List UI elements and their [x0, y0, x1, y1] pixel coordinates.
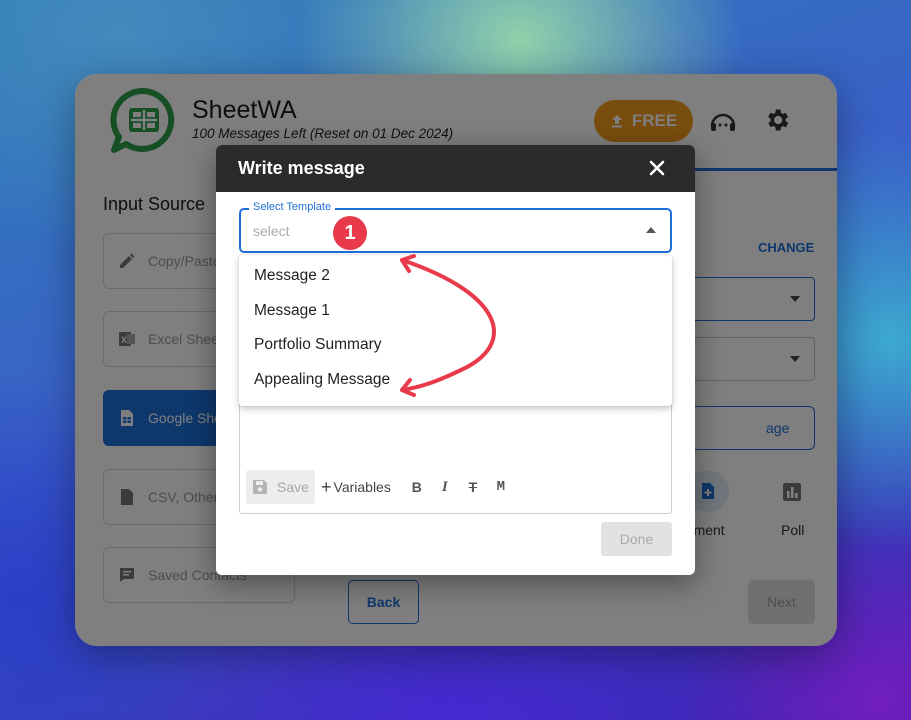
select-template-label: Select Template	[249, 201, 336, 213]
chevron-up-icon[interactable]	[646, 227, 656, 233]
dialog-title: Write message	[238, 158, 365, 178]
write-message-dialog: Write message Select Template 1 Save + V…	[216, 145, 695, 575]
template-option[interactable]: Message 1	[239, 294, 672, 329]
template-option[interactable]: Appealing Message	[239, 363, 672, 398]
save-button[interactable]: Save	[246, 470, 315, 504]
editor-toolbar: Save + Variables B I T M	[246, 470, 515, 504]
template-option[interactable]: Message 2	[239, 259, 672, 294]
template-search-input[interactable]	[253, 223, 553, 239]
done-button[interactable]: Done	[601, 522, 672, 556]
template-dropdown-list: Message 2 Message 1 Portfolio Summary Ap…	[239, 255, 672, 406]
variables-button[interactable]: + Variables	[321, 477, 391, 498]
italic-button[interactable]: I	[431, 473, 459, 501]
save-label: Save	[277, 479, 309, 495]
template-option[interactable]: Portfolio Summary	[239, 328, 672, 363]
dialog-header: Write message	[216, 145, 695, 192]
save-icon	[253, 480, 268, 494]
strikethrough-button[interactable]: T	[459, 473, 487, 501]
select-template-field[interactable]: Select Template	[239, 201, 672, 253]
plus-icon: +	[321, 476, 332, 497]
close-icon[interactable]	[649, 160, 665, 176]
monospace-button[interactable]: M	[487, 473, 515, 501]
step-badge: 1	[333, 216, 367, 250]
bold-button[interactable]: B	[403, 473, 431, 501]
variables-label: Variables	[333, 479, 391, 495]
